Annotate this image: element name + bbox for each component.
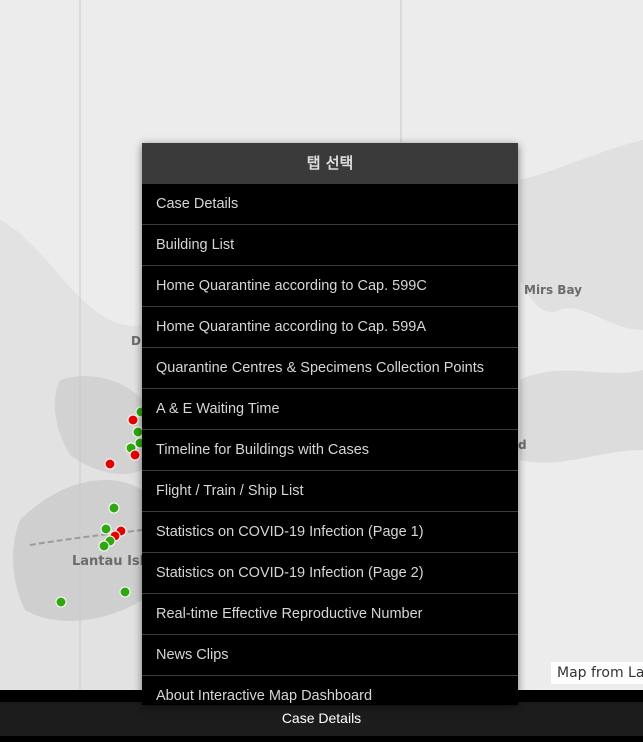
tab-item-home-quarantine-599c[interactable]: Home Quarantine according to Cap. 599C [142,266,518,307]
active-tab-label[interactable]: Case Details [282,710,361,726]
tab-item-statistics-page-1[interactable]: Statistics on COVID-19 Infection (Page 1… [142,512,518,553]
tab-select-menu[interactable]: 탭 선택 Case Details Building List Home Qua… [142,143,518,705]
tab-item-timeline-buildings[interactable]: Timeline for Buildings with Cases [142,430,518,471]
tab-item-statistics-page-2[interactable]: Statistics on COVID-19 Infection (Page 2… [142,553,518,594]
map-label-mirs-bay: Mirs Bay [524,283,582,297]
tab-item-quarantine-centres[interactable]: Quarantine Centres & Specimens Collectio… [142,348,518,389]
tab-item-flight-train-ship[interactable]: Flight / Train / Ship List [142,471,518,512]
tab-item-case-details[interactable]: Case Details [142,184,518,225]
map-label-partial: D [131,334,141,348]
tab-item-home-quarantine-599a[interactable]: Home Quarantine according to Cap. 599A [142,307,518,348]
map-label-lantau: Lantau Isl [72,554,145,569]
map-attribution: Map from La [551,662,643,684]
bottom-edge [0,736,643,742]
tab-item-reproductive-number[interactable]: Real-time Effective Reproductive Number [142,594,518,635]
tab-item-news-clips[interactable]: News Clips [142,635,518,676]
tab-menu-title: 탭 선택 [142,143,518,184]
active-tab-bar[interactable]: Case Details [0,702,643,736]
tab-item-ae-waiting-time[interactable]: A & E Waiting Time [142,389,518,430]
tab-item-building-list[interactable]: Building List [142,225,518,266]
map-label-partial-2: d [518,438,527,452]
tab-list: Case Details Building List Home Quaranti… [142,184,518,705]
tab-item-about-dashboard[interactable]: About Interactive Map Dashboard [142,676,518,705]
